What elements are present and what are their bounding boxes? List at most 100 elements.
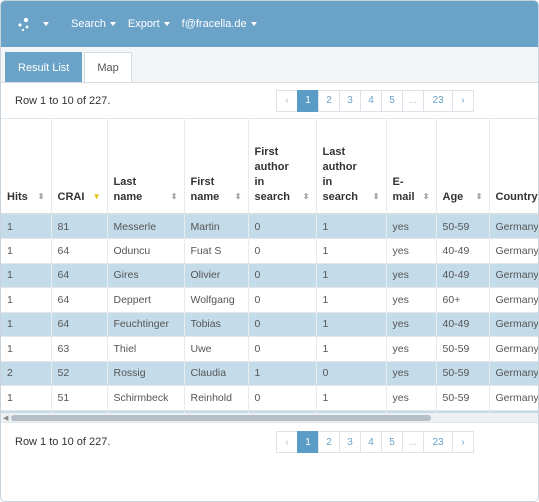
- table-cell-age: 40-49: [436, 238, 490, 264]
- table-cell-age: 60+: [436, 287, 490, 313]
- menu-export[interactable]: Export: [128, 18, 170, 30]
- pager-page-4[interactable]: 4: [360, 431, 382, 453]
- top-navbar: Search Export f@fracella.de: [1, 1, 538, 47]
- table-header-row: Hits ⬍ CRAI ▼ Last name ⬍ First name ⬍ First author…: [1, 119, 538, 215]
- table-body: 1 81 Messerle Martin 0 1 yes 50-59 Germany 1 64 Odu…: [1, 214, 538, 413]
- horizontal-scrollbar[interactable]: ◀: [1, 413, 538, 423]
- sort-icon[interactable]: ⬍: [373, 189, 380, 204]
- table-cell-country: Germany: [489, 214, 538, 239]
- pager-next-button[interactable]: ›: [452, 431, 474, 453]
- table-cell-crai: 64: [51, 238, 108, 264]
- table-cell-country: Germany: [489, 336, 538, 362]
- pager-page-1[interactable]: 1: [297, 89, 319, 112]
- results-table: Hits ⬍ CRAI ▼ Last name ⬍ First name ⬍ First author…: [1, 119, 538, 413]
- table-cell-country: Germany: [489, 361, 538, 386]
- column-header-country[interactable]: Country: [489, 119, 538, 215]
- column-header-email[interactable]: E-mail ⬍: [386, 119, 437, 215]
- table-row[interactable]: 2 52 Rossig Claudia 1 0 yes 50-59 Germany: [1, 361, 538, 386]
- pager-page-5[interactable]: 5: [381, 431, 403, 453]
- tab-map[interactable]: Map: [84, 52, 132, 82]
- table-cell-first-author: 0: [248, 214, 317, 239]
- column-header-label: E-: [392, 176, 404, 188]
- tab-result-list[interactable]: Result List: [5, 52, 83, 82]
- column-header-last-author[interactable]: Last author in search ⬍: [316, 119, 387, 215]
- top-pagination-bar: Row 1 to 10 of 227. ‹ 1 2 3 4 5 ... 23 ›: [1, 83, 538, 119]
- pager-prev-button[interactable]: ‹: [276, 431, 298, 453]
- table-row[interactable]: 1 63 Thiel Uwe 0 1 yes 50-59 Germany: [1, 336, 538, 362]
- pager-page-5[interactable]: 5: [381, 89, 403, 112]
- pager-page-3[interactable]: 3: [339, 89, 361, 112]
- table-cell-last-author: 1: [316, 214, 387, 239]
- scroll-left-icon[interactable]: ◀: [3, 414, 8, 422]
- table-cell-first-name: Reinhold: [184, 385, 249, 411]
- sort-icon[interactable]: ⬍: [235, 189, 242, 204]
- table-cell-email: yes: [386, 287, 437, 313]
- column-header-first-name[interactable]: First name ⬍: [184, 119, 249, 215]
- sort-descending-icon[interactable]: ▼: [93, 189, 101, 204]
- bottom-pagination-bar: Row 1 to 10 of 227. ‹ 1 2 3 4 5 ... 23 ›: [1, 423, 538, 461]
- table-cell-first-author: 0: [248, 287, 317, 313]
- pager-page-2[interactable]: 2: [318, 89, 340, 112]
- table-cell-first-name: Wolfgang: [184, 287, 249, 313]
- table-cell-country: Germany: [489, 287, 538, 313]
- main-menu: Search Export f@fracella.de: [71, 18, 269, 30]
- table-row[interactable]: 1 51 Schirmbeck Reinhold 0 1 yes 50-59 Germany: [1, 385, 538, 411]
- table-cell-first-name: Martin: [184, 214, 249, 239]
- sort-icon[interactable]: ⬍: [171, 189, 178, 204]
- result-count: Row 1 to 10 of 227.: [15, 94, 111, 107]
- table-cell-email: yes: [386, 361, 437, 386]
- table-cell-first-author: 0: [248, 263, 317, 288]
- table-row[interactable]: 1 64 Feuchtinger Tobias 0 1 yes 40-49 Germany: [1, 312, 538, 337]
- sort-icon[interactable]: ⬍: [38, 189, 45, 204]
- table-cell-first-name: Uwe: [184, 336, 249, 362]
- pager-page-3[interactable]: 3: [339, 431, 361, 453]
- pager-next-button[interactable]: ›: [452, 89, 474, 112]
- table-cell-hits: 1: [1, 336, 52, 362]
- table-cell-crai: 63: [51, 336, 108, 362]
- app-logo[interactable]: [17, 16, 67, 32]
- table-cell-hits: 1: [1, 312, 52, 337]
- pager-prev-button[interactable]: ‹: [276, 89, 298, 112]
- table-cell-country: Germany: [489, 263, 538, 288]
- table-row[interactable]: 1 81 Messerle Martin 0 1 yes 50-59 Germany: [1, 214, 538, 239]
- table-cell-age: 50-59: [436, 214, 490, 239]
- column-header-first-author[interactable]: First author in search ⬍: [248, 119, 317, 215]
- table-cell-first-name: Claudia: [184, 361, 249, 386]
- table-cell-first-author: 0: [248, 385, 317, 411]
- sort-icon[interactable]: ⬍: [423, 189, 430, 204]
- column-header-age[interactable]: Age ⬍: [436, 119, 490, 215]
- table-cell-crai: 81: [51, 214, 108, 239]
- chevron-down-icon: [250, 22, 257, 26]
- table-row[interactable]: 1 64 Gires Olivier 0 1 yes 40-49 Germany: [1, 263, 538, 288]
- table-cell-last-name: Gires: [107, 263, 185, 288]
- table-row[interactable]: 1 64 Deppert Wolfgang 0 1 yes 60+ Germany: [1, 287, 538, 313]
- sort-icon[interactable]: ⬍: [476, 189, 483, 204]
- table-cell-age: 40-49: [436, 263, 490, 288]
- pager-page-23[interactable]: 23: [423, 431, 453, 453]
- table-cell-last-author: 1: [316, 263, 387, 288]
- table-cell-hits: 1: [1, 287, 52, 313]
- table-cell-last-name: Oduncu: [107, 238, 185, 264]
- table-cell-crai: 64: [51, 287, 108, 313]
- pager-page-4[interactable]: 4: [360, 89, 382, 112]
- menu-search[interactable]: Search: [71, 18, 116, 30]
- menu-user-account[interactable]: f@fracella.de: [182, 18, 257, 30]
- column-header-last-name[interactable]: Last name ⬍: [107, 119, 185, 215]
- pager-page-1[interactable]: 1: [297, 431, 319, 453]
- table-cell-email: yes: [386, 336, 437, 362]
- column-header-hits[interactable]: Hits ⬍: [1, 119, 52, 215]
- column-header-label: Last: [322, 146, 346, 158]
- table-row[interactable]: 1 64 Oduncu Fuat S 0 1 yes 40-49 Germany: [1, 238, 538, 264]
- sort-icon[interactable]: ⬍: [303, 189, 310, 204]
- scrollbar-thumb[interactable]: [11, 415, 431, 421]
- table-cell-first-name: Olivier: [184, 263, 249, 288]
- table-cell-hits: 1: [1, 263, 52, 288]
- column-header-label: name: [113, 191, 143, 203]
- table-cell-email: yes: [386, 312, 437, 337]
- table-cell-email: yes: [386, 263, 437, 288]
- pager-page-2[interactable]: 2: [318, 431, 340, 453]
- table-cell-age: 50-59: [436, 361, 490, 386]
- pager-page-23[interactable]: 23: [423, 89, 453, 112]
- column-header-crai[interactable]: CRAI ▼: [51, 119, 108, 215]
- table-cell-last-name: Thiel: [107, 336, 185, 362]
